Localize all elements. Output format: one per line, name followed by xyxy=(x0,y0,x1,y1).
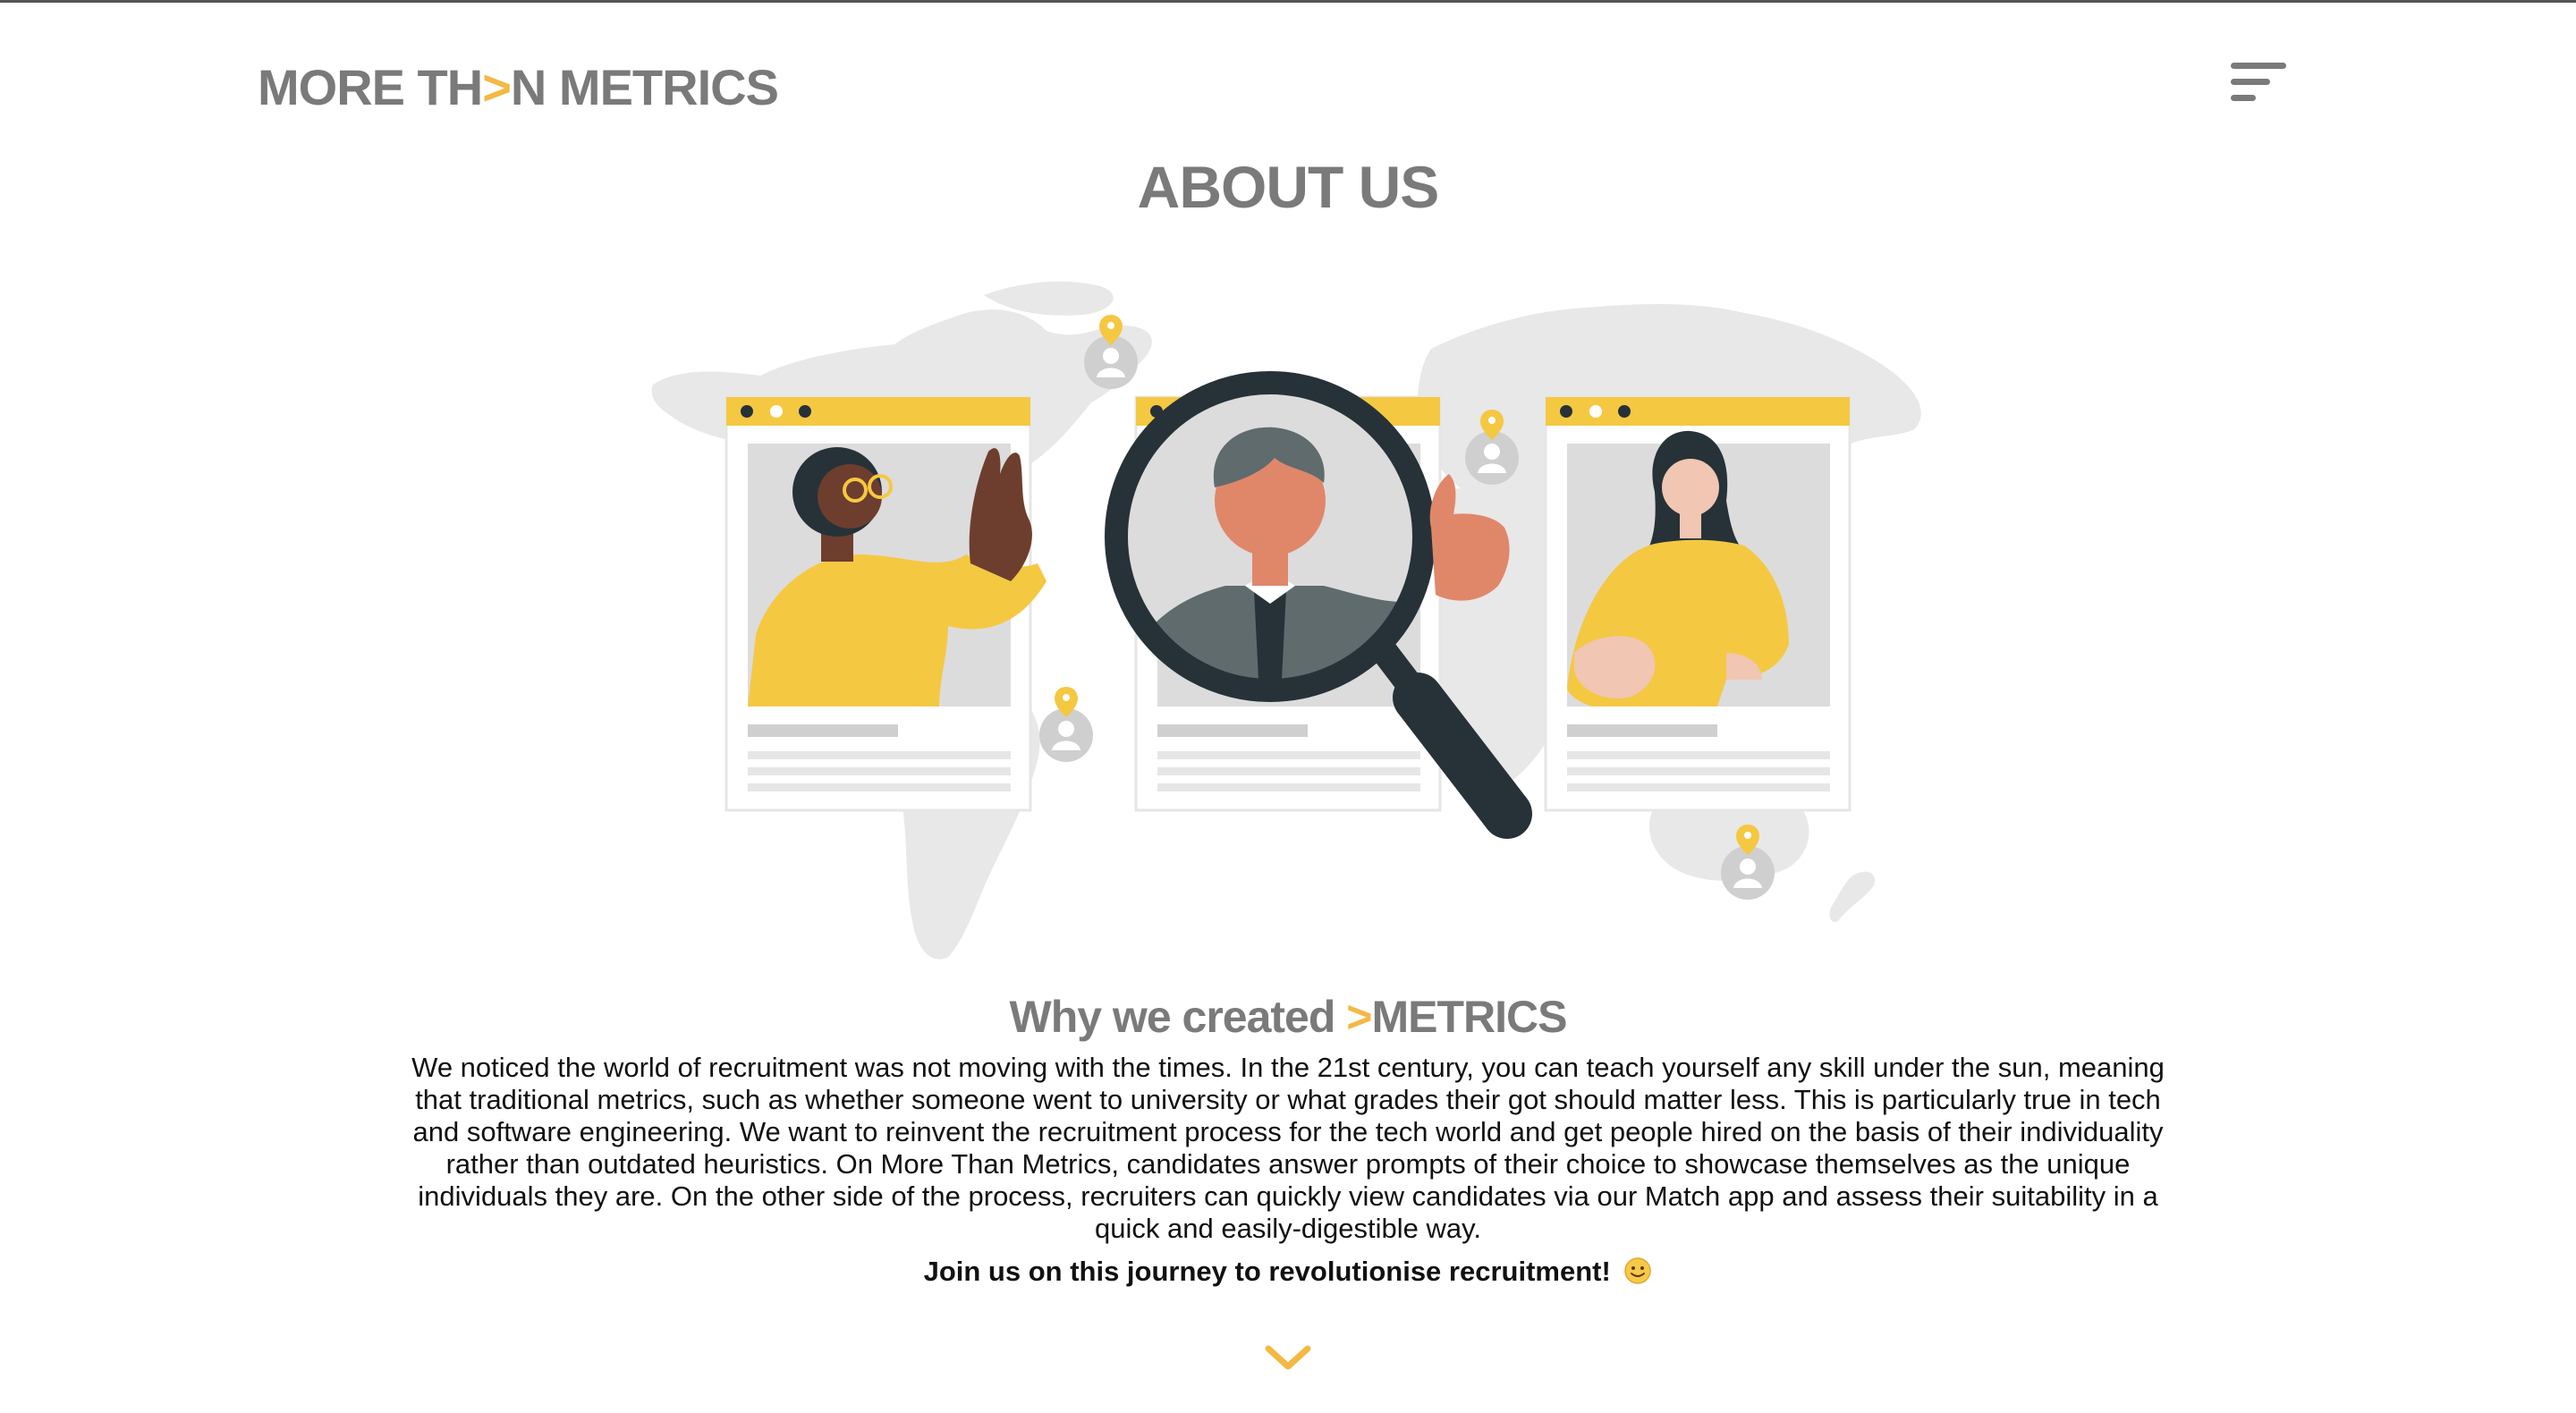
call-to-action: Join us on this journey to revolutionise… xyxy=(0,1256,2576,1288)
about-paragraph: We noticed the world of recruitment was … xyxy=(411,1052,2165,1244)
page-title: ABOUT US xyxy=(1137,154,1440,220)
logo-accent-arrow: > xyxy=(482,59,512,115)
hamburger-menu-icon[interactable] xyxy=(2231,61,2290,104)
profile-card-right xyxy=(1544,395,1852,812)
menu-bar-middle xyxy=(2231,79,2270,85)
top-border xyxy=(0,0,2576,3)
menu-bar-top xyxy=(2231,63,2286,69)
slightly-smiling-face-icon xyxy=(1624,1257,1652,1284)
section-heading-metrics: METRICS xyxy=(1371,992,1568,1042)
location-pin-icon xyxy=(1039,687,1093,762)
section-heading: Why we created >METRICS xyxy=(0,994,2576,1039)
section-heading-text: Why we created xyxy=(1009,992,1347,1042)
cta-text: Join us on this journey to revolutionise… xyxy=(923,1256,1611,1287)
profile-card-left xyxy=(724,395,1046,812)
logo-text-end: N METRICS xyxy=(510,59,779,115)
chevron-down-icon[interactable] xyxy=(1263,1341,1313,1374)
logo-text-start: MORE TH xyxy=(258,59,483,115)
location-pin-icon xyxy=(1084,315,1138,389)
section-heading-accent: > xyxy=(1346,992,1372,1042)
site-logo[interactable]: MORE TH>N METRICS xyxy=(258,63,779,113)
menu-bar-bottom xyxy=(2231,95,2256,101)
recruitment-illustration xyxy=(651,281,1921,960)
